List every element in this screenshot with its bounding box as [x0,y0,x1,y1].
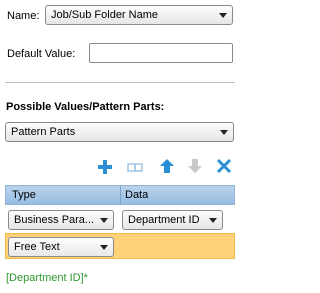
column-header-data[interactable]: Data [125,189,148,201]
chevron-down-icon [100,245,108,250]
grid-header: Type Data [5,185,235,205]
type-select[interactable]: Business Para... [8,210,114,230]
table-row[interactable]: Business Para... Department ID [5,205,235,231]
possible-values-title: Possible Values/Pattern Parts: [6,101,165,113]
chevron-down-icon [100,218,108,223]
possible-values-select-value: Pattern Parts [11,126,76,138]
data-select[interactable]: Department ID [122,210,223,230]
arrow-down-icon[interactable] [186,157,204,175]
close-icon[interactable] [215,157,233,175]
data-select-value: Department ID [128,214,200,226]
name-select[interactable]: Job/Sub Folder Name [45,5,233,25]
column-separator [120,186,121,204]
section-divider [5,82,235,83]
name-label: Name: [7,10,40,22]
chevron-down-icon [219,13,227,18]
column-header-type[interactable]: Type [12,189,36,201]
possible-values-select[interactable]: Pattern Parts [5,122,234,142]
duplicate-icon[interactable] [126,158,144,176]
plus-icon[interactable] [96,158,114,176]
arrow-up-icon[interactable] [158,157,176,175]
type-select[interactable]: Free Text [8,237,114,257]
chevron-down-icon [209,218,217,223]
pattern-preview: [Department ID]* [6,272,88,284]
type-select-value: Free Text [14,241,60,253]
table-row-selected[interactable]: Free Text [5,233,235,259]
chevron-down-icon [220,130,228,135]
default-value-label: Default Value: [7,48,76,60]
type-select-value: Business Para... [14,214,95,226]
name-select-value: Job/Sub Folder Name [51,9,158,21]
default-value-field[interactable] [89,43,233,63]
